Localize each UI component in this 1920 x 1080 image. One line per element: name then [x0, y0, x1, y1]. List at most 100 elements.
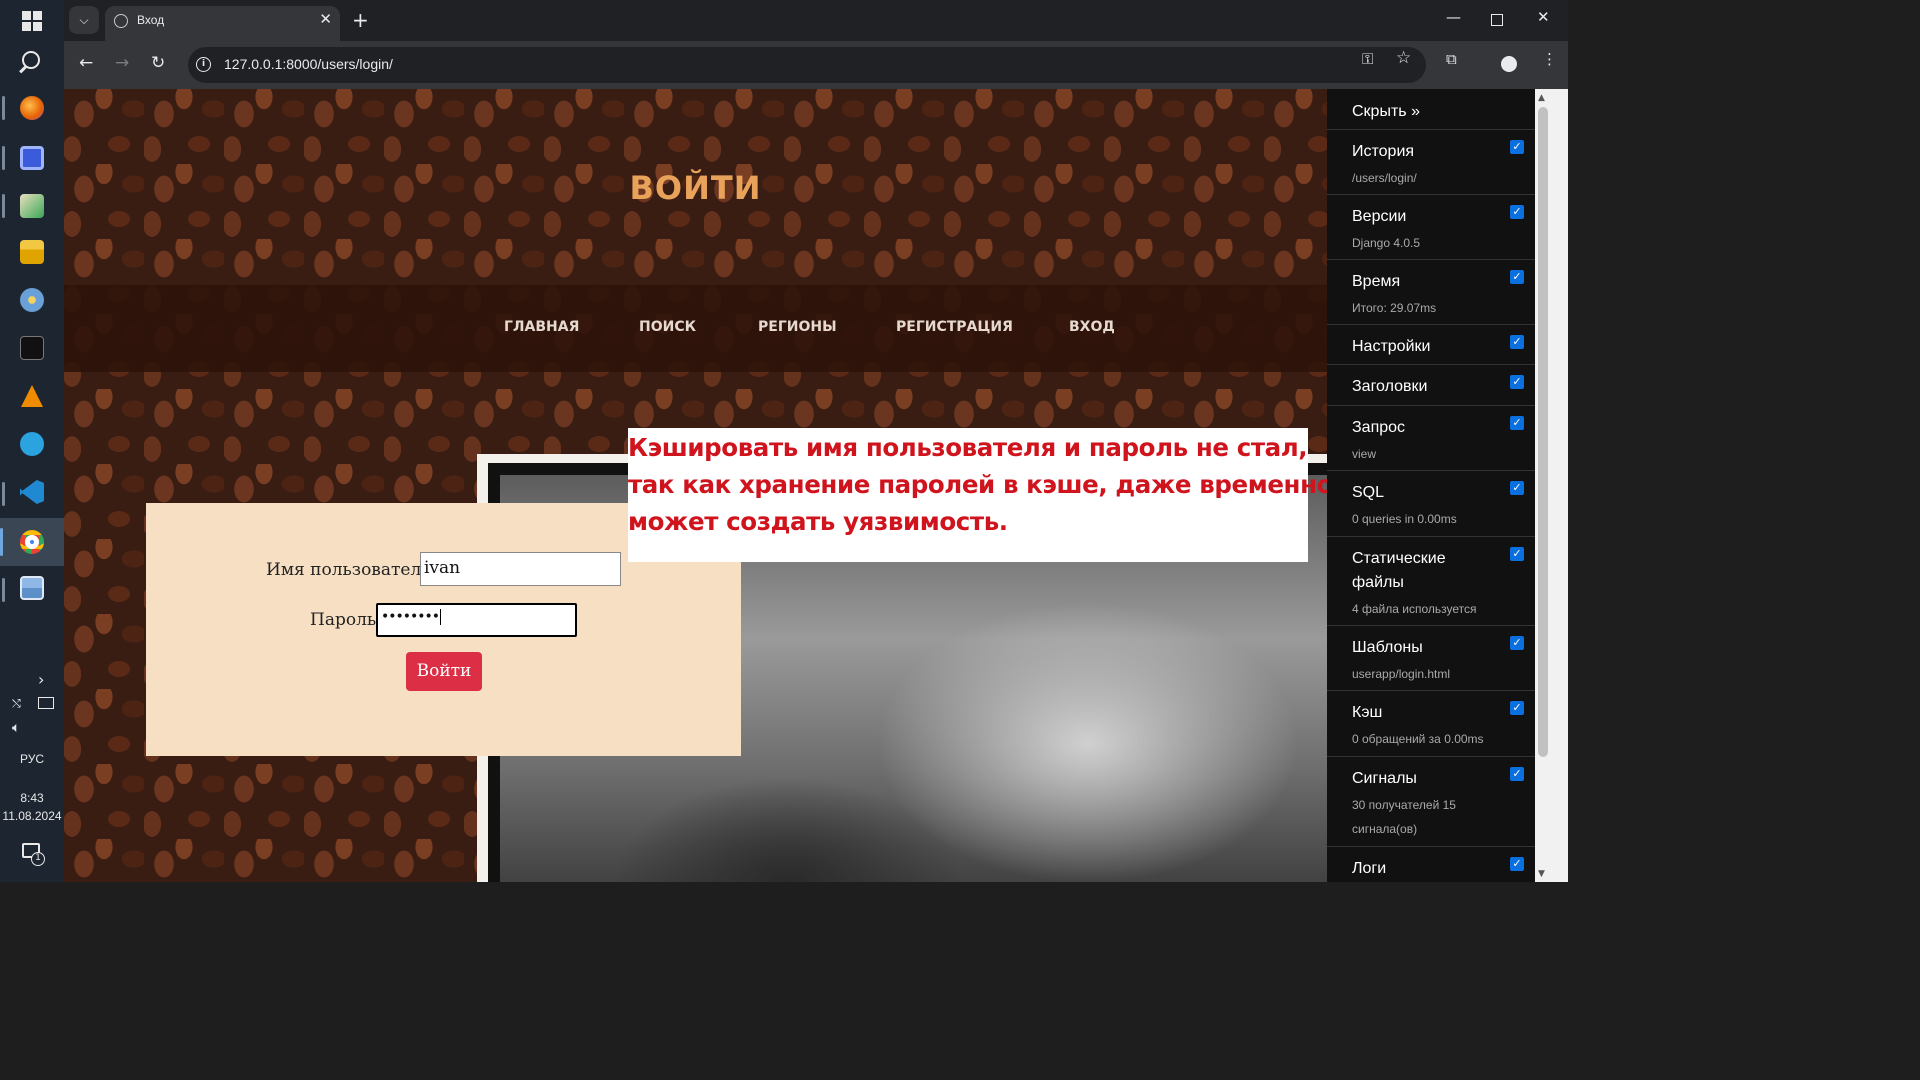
panel-settings[interactable]: Настройки ✓	[1327, 324, 1535, 364]
username-input[interactable]: ivan	[420, 552, 621, 586]
panel-checkbox[interactable]: ✓	[1510, 547, 1524, 561]
panel-subtitle: 4 файла используется	[1352, 602, 1477, 616]
nav-link-search[interactable]: ПОИСК	[639, 319, 696, 335]
panel-title: Настройки	[1352, 338, 1431, 355]
panel-subtitle: 0 queries in 0.00ms	[1352, 512, 1457, 526]
vscode-icon[interactable]	[12, 472, 52, 512]
panel-logs[interactable]: Логи ✓	[1327, 846, 1535, 882]
debug-toolbar: Скрыть » История /users/login/ ✓ Версии …	[1327, 89, 1535, 882]
new-tab-button[interactable]: +	[352, 8, 369, 32]
password-key-icon[interactable]: ⚿	[1362, 50, 1373, 68]
panel-checkbox[interactable]: ✓	[1510, 857, 1524, 871]
panel-title: Логи	[1352, 860, 1387, 877]
close-icon[interactable]: ✕	[319, 10, 332, 28]
reload-icon[interactable]: ↻	[151, 53, 165, 73]
url-text[interactable]: 127.0.0.1:8000/users/login/	[224, 56, 393, 72]
panel-history[interactable]: История /users/login/ ✓	[1327, 129, 1535, 194]
panel-checkbox[interactable]: ✓	[1510, 375, 1524, 389]
browser-toolbar: ← → ↻ i 127.0.0.1:8000/users/login/ ⚿ ☆ …	[64, 41, 1568, 89]
network-icon[interactable]: ⤭	[12, 697, 21, 711]
firefox-icon[interactable]	[12, 88, 52, 128]
vlc-icon[interactable]	[12, 376, 52, 416]
panel-subtitle: 30 получателей 15 сигнала(ов)	[1352, 798, 1456, 836]
image-editor-icon[interactable]	[12, 186, 52, 226]
volume-icon[interactable]: 🔈︎	[12, 720, 20, 736]
site-info-icon[interactable]: i	[196, 57, 211, 72]
site-navbar: ГЛАВНАЯ ПОИСК РЕГИОНЫ РЕГИСТРАЦИЯ ВХОД	[64, 285, 1327, 372]
tab-search-button[interactable]: ⌵	[69, 6, 99, 34]
scrollbar-thumb[interactable]	[1538, 107, 1548, 757]
page-scrollbar[interactable]: ▲ ▼	[1535, 89, 1568, 882]
panel-checkbox[interactable]: ✓	[1510, 701, 1524, 715]
nav-link-register[interactable]: РЕГИСТРАЦИЯ	[896, 319, 1013, 335]
panel-checkbox[interactable]: ✓	[1510, 636, 1524, 650]
panel-title: SQL	[1352, 484, 1385, 501]
profile-avatar-icon[interactable]	[1501, 56, 1517, 72]
annotation-note: Кэшировать имя пользователя и пароль не …	[628, 428, 1327, 562]
panel-cache[interactable]: Кэш 0 обращений за 0.00ms ✓	[1327, 690, 1535, 756]
panel-request[interactable]: Запрос view ✓	[1327, 405, 1535, 470]
close-window-icon[interactable]: ✕	[1537, 8, 1550, 26]
panel-checkbox[interactable]: ✓	[1510, 481, 1524, 495]
chevron-right-icon[interactable]: ›	[38, 670, 44, 689]
password-input[interactable]: ••••••••	[376, 603, 577, 637]
panel-checkbox[interactable]: ✓	[1510, 270, 1524, 284]
annotation-line: Кэшировать имя пользователя и пароль не …	[628, 433, 1308, 462]
panel-time[interactable]: Время Итого: 29.07ms ✓	[1327, 259, 1535, 324]
panel-title: Время	[1352, 273, 1401, 290]
display-icon[interactable]	[38, 697, 54, 709]
panel-subtitle: 0 обращений за 0.00ms	[1352, 732, 1484, 746]
panel-checkbox[interactable]: ✓	[1510, 767, 1524, 781]
hide-toolbar-link[interactable]: Скрыть »	[1352, 103, 1420, 121]
login-submit-button[interactable]: Войти	[406, 652, 482, 691]
telegram-icon[interactable]	[12, 424, 52, 464]
minimize-icon[interactable]: —	[1446, 8, 1461, 26]
running-indicator	[2, 96, 5, 120]
running-indicator	[2, 482, 5, 506]
panel-templates[interactable]: Шаблоны userapp/login.html ✓	[1327, 625, 1535, 690]
password-label: Пароль:	[310, 610, 382, 630]
annotation-line: может создать уязвимость.	[628, 507, 1008, 536]
language-indicator[interactable]: РУС	[0, 752, 64, 766]
file-explorer-icon[interactable]	[12, 232, 52, 272]
nav-link-login[interactable]: ВХОД	[1069, 319, 1115, 335]
nav-link-home[interactable]: ГЛАВНАЯ	[504, 319, 579, 335]
chrome-icon[interactable]	[0, 518, 64, 566]
panel-sql[interactable]: SQL 0 queries in 0.00ms ✓	[1327, 470, 1535, 536]
extensions-icon[interactable]: ⧉	[1446, 50, 1457, 68]
restore-icon[interactable]	[1491, 14, 1503, 26]
panel-checkbox[interactable]: ✓	[1510, 205, 1524, 219]
scroll-down-icon[interactable]: ▼	[1538, 869, 1545, 879]
more-menu-icon[interactable]: ⋮	[1542, 50, 1557, 68]
bookmark-star-icon[interactable]: ☆	[1396, 48, 1411, 68]
browser-tab[interactable]: Вход ✕	[105, 6, 340, 41]
forward-arrow-icon[interactable]: →	[115, 53, 129, 73]
panel-checkbox[interactable]: ✓	[1510, 335, 1524, 349]
address-bar[interactable]: i 127.0.0.1:8000/users/login/	[188, 47, 1426, 83]
panel-static-files[interactable]: Статические файлы 4 файла используется ✓	[1327, 536, 1535, 625]
panel-checkbox[interactable]: ✓	[1510, 140, 1524, 154]
panel-headers[interactable]: Заголовки ✓	[1327, 364, 1535, 405]
paint-icon[interactable]	[12, 280, 52, 320]
search-icon-handle	[19, 65, 27, 74]
panel-signals[interactable]: Сигналы 30 получателей 15 сигнала(ов) ✓	[1327, 756, 1535, 846]
taskbar: › ⤭ 🔈︎ РУС 8:43 11.08.2024 1	[0, 0, 64, 882]
panel-title: Запрос	[1352, 419, 1406, 436]
username-label: Имя пользователя:	[266, 560, 438, 580]
panel-checkbox[interactable]: ✓	[1510, 416, 1524, 430]
panel-title: История	[1352, 143, 1415, 160]
notification-count-badge: 1	[31, 852, 45, 866]
clock-time[interactable]: 8:43	[0, 791, 64, 805]
photos-icon[interactable]	[12, 568, 52, 608]
page-title: ВОЙТИ	[629, 169, 762, 207]
panel-title: Шаблоны	[1352, 639, 1423, 656]
clock-date[interactable]: 11.08.2024	[0, 809, 64, 823]
floppy-save-icon[interactable]	[12, 138, 52, 178]
terminal-icon[interactable]	[12, 328, 52, 368]
scroll-up-icon[interactable]: ▲	[1538, 93, 1545, 103]
windows-start-icon[interactable]	[22, 11, 42, 31]
web-page: ВОЙТИ ГЛАВНАЯ ПОИСК РЕГИОНЫ РЕГИСТРАЦИЯ …	[64, 89, 1327, 882]
back-arrow-icon[interactable]: ←	[79, 53, 93, 73]
panel-versions[interactable]: Версии Django 4.0.5 ✓	[1327, 194, 1535, 259]
nav-link-regions[interactable]: РЕГИОНЫ	[758, 319, 837, 335]
